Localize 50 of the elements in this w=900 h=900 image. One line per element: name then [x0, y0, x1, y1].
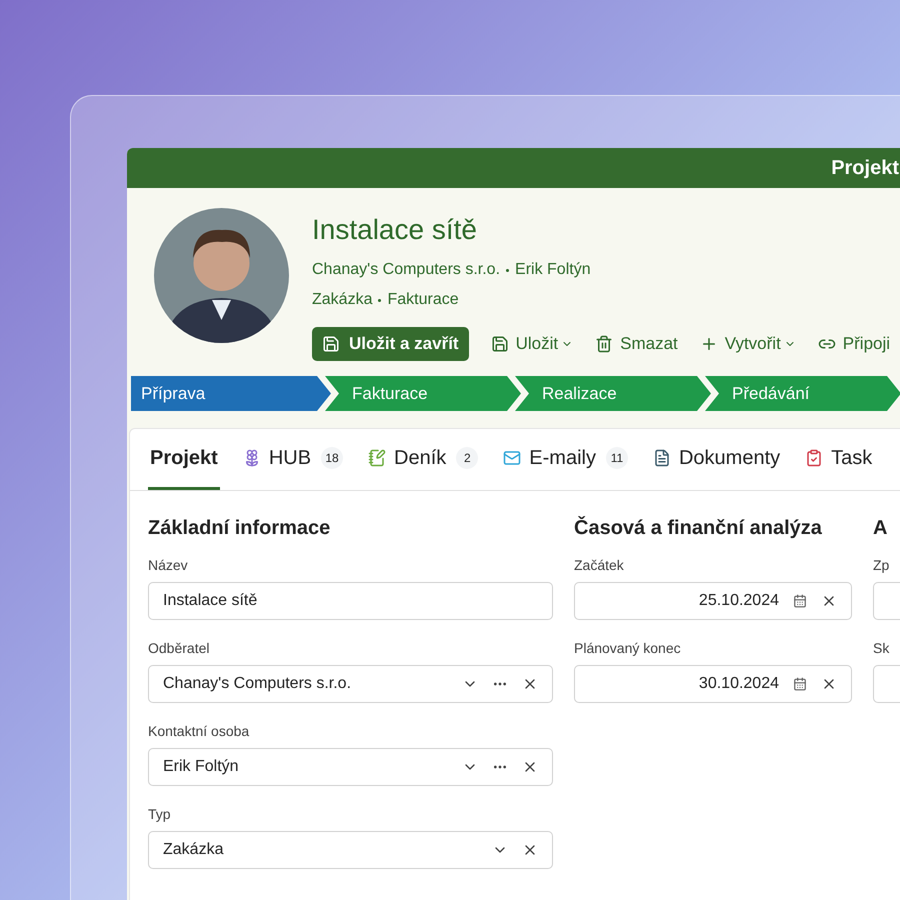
- toolbar-button[interactable]: Smazat: [595, 327, 678, 361]
- toolbar-button[interactable]: Připoji: [818, 327, 890, 361]
- window-title: Projekt: [831, 156, 899, 181]
- field-label: Kontaktní osoba: [148, 722, 250, 741]
- mail-icon: [503, 448, 522, 466]
- save-icon: [490, 335, 509, 353]
- input-field[interactable]: 30.10.2024: [574, 665, 852, 703]
- input-field[interactable]: Erik Foltýn: [148, 748, 553, 786]
- count-badge: 2: [456, 446, 478, 468]
- tab[interactable]: Deník 2: [366, 428, 480, 490]
- clipboard-icon: [805, 448, 824, 466]
- save-icon: [322, 335, 340, 353]
- tab[interactable]: HUB 18: [240, 428, 346, 490]
- tab[interactable]: Dokumenty: [650, 428, 782, 490]
- count-badge: 11: [606, 446, 628, 468]
- trash-icon: [595, 335, 614, 353]
- stage-step[interactable]: Fakturace: [325, 376, 521, 411]
- field-label: Typ: [148, 805, 172, 824]
- notebook-icon: [368, 448, 386, 466]
- field-label: Zp: [873, 556, 890, 575]
- calendar-icon[interactable]: [793, 677, 807, 691]
- count-badge: 18: [321, 446, 344, 468]
- section-heading: Časová a finanční analýza: [574, 515, 823, 541]
- document-icon: [652, 448, 671, 466]
- section-heading: A: [873, 516, 888, 541]
- toolbar-button[interactable]: Uložit: [490, 327, 574, 361]
- save-and-close-button[interactable]: Uložit a zavřít: [312, 327, 469, 361]
- field-label: Sk: [873, 639, 890, 658]
- section-heading: Základní informace: [148, 516, 332, 541]
- stage-step[interactable]: Předávání: [705, 376, 900, 411]
- record-detail: Zakázka: [312, 290, 372, 310]
- record-detail: Fakturace: [387, 290, 459, 310]
- stage-step[interactable]: Příprava: [131, 376, 331, 411]
- input-field[interactable]: Instalace sítě: [148, 582, 553, 620]
- stage-step[interactable]: Realizace: [515, 376, 711, 411]
- input-field[interactable]: Chanay's Computers s.r.o.: [148, 665, 553, 703]
- tab[interactable]: Task: [803, 428, 874, 490]
- input-field[interactable]: 25.10.2024: [574, 582, 852, 620]
- tab[interactable]: Projekt: [148, 428, 220, 490]
- field-label: Název: [148, 556, 189, 575]
- record-detail: Erik Foltýn: [515, 260, 591, 280]
- toolbar-button[interactable]: Vytvořit: [700, 327, 796, 361]
- record-detail: Chanay's Computers s.r.o.: [312, 260, 500, 280]
- calendar-icon[interactable]: [793, 594, 807, 608]
- tab[interactable]: E-maily 11: [501, 428, 630, 490]
- input-field[interactable]: Zakázka: [148, 831, 553, 869]
- field-label: Plánovaný konec: [574, 639, 682, 658]
- field-label: Začátek: [574, 556, 625, 575]
- field-label: Odběratel: [148, 639, 210, 658]
- record-title: Instalace sítě: [312, 213, 478, 247]
